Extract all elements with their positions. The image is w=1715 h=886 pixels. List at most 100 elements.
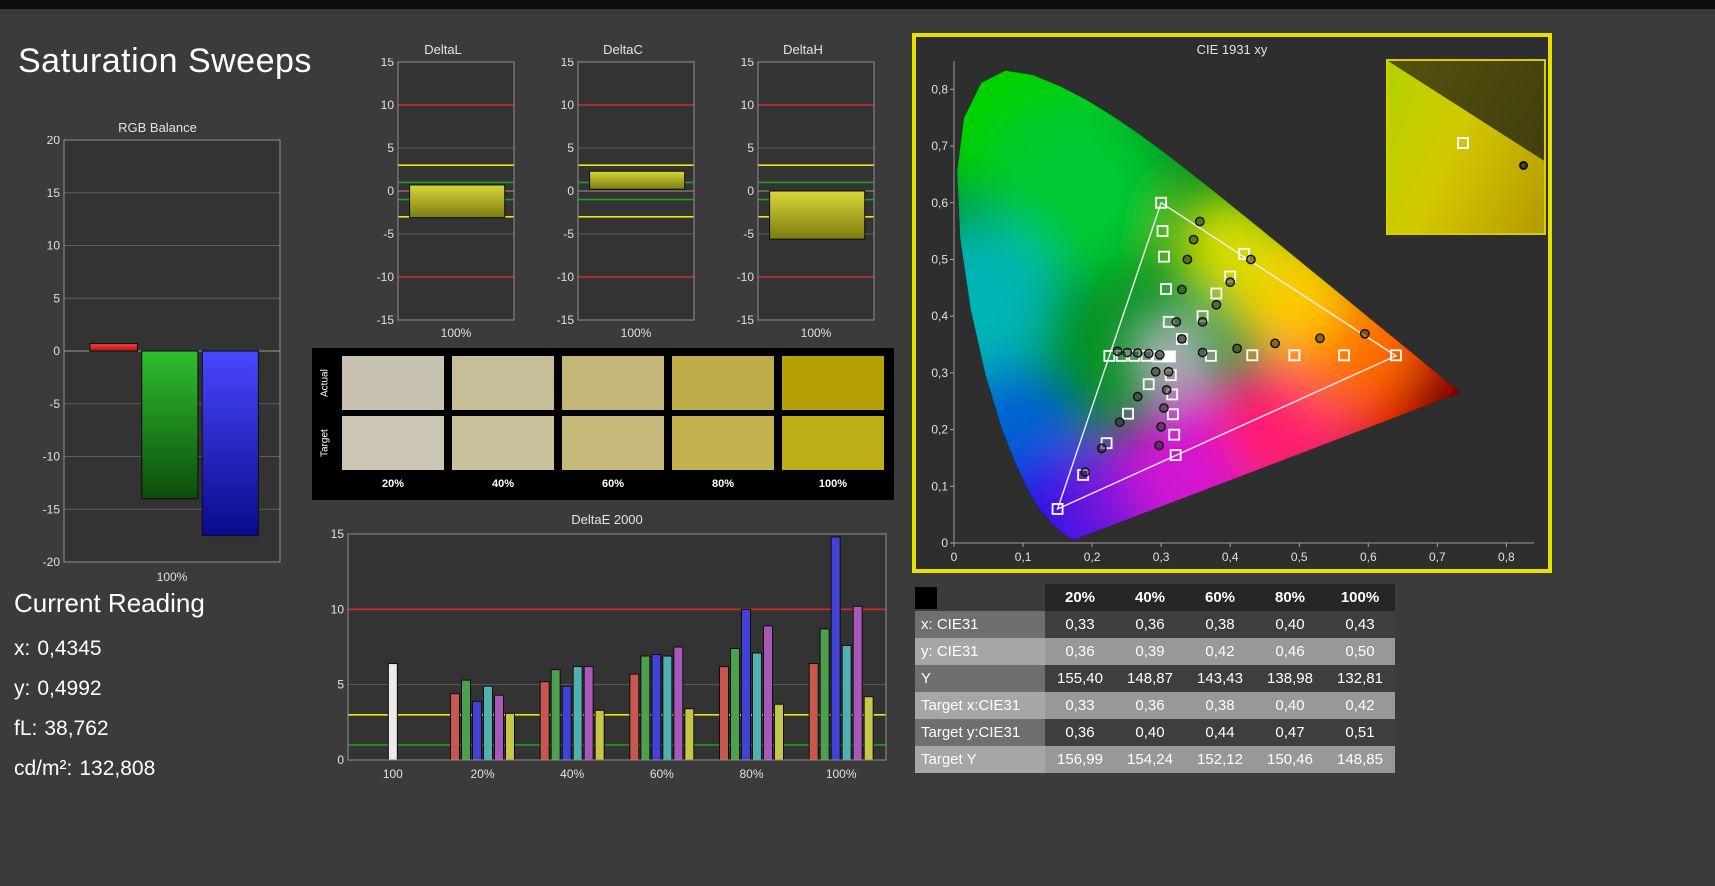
reading-fl: fL: 38,762 [14,717,205,741]
measurement-marker-blue [1096,443,1107,454]
delta-l-chart-title: DeltaL [424,42,462,57]
x-axis-label: 100% [801,326,832,340]
x-tick-label: 100% [826,767,857,781]
swatch-column-label-3: 80% [711,478,735,490]
y-tick-label: -10 [737,270,755,284]
delta-e-chart-panel[interactable]: DeltaE 2000 15 10 5 0 100 20% 40% 60% 80% 100% [318,512,896,786]
cyan-deltae-bar [841,644,852,761]
plot-background [348,534,886,760]
y-tick-label: 5 [567,141,574,155]
table-cell: 0,43 [1325,611,1395,638]
window-top-edge [0,0,1715,9]
red-deltae-bar [450,693,460,761]
x-tick-label: 40% [560,767,584,781]
table-column-header-0: 20% [1045,584,1115,611]
table-cell: 0,36 [1045,719,1115,746]
measurement-marker-red [1232,343,1242,354]
y-tick-label: 0,1 [931,479,948,493]
delta-e-chart-title: DeltaE 2000 [571,512,643,527]
delta-l-chart-panel[interactable]: DeltaL 15 10 5 0 -5 -10 -15 100% [368,42,518,346]
measurement-marker-yellow [1211,299,1222,310]
swatch-actual-2 [562,356,664,410]
y-tick-label: 5 [53,291,60,305]
table-cell: 0,42 [1185,638,1255,665]
x-tick-label: 0,4 [1222,550,1239,564]
swatch-target-3 [672,416,774,470]
table-row-label: y: CIE31 [915,638,1045,665]
x-tick-label: 0,1 [1015,550,1032,564]
y-tick-label: 0 [337,753,344,767]
reading-cdm2-label: cd/m²: [14,757,73,780]
rgb-balance-chart-canvas: 20 15 10 5 0 -5 -10 -15 -20 100% [43,133,281,584]
blue-deltae-bar [651,654,662,761]
green-bar [141,350,199,500]
table-row-label: Target Y [915,746,1045,773]
swatch-spacer [316,476,334,494]
swatch-actual-3 [672,356,774,410]
measurement-table: 20% 40% 60% 80% 100% x: CIE31 0,33 0,36 0,38 0,40… [915,584,1395,773]
y-tick-label: 0,6 [931,196,948,210]
red-deltae-bar [629,673,640,761]
y-tick-label: -15 [557,313,575,327]
table-cell: 0,33 [1045,692,1115,719]
table-column-header-4: 100% [1325,584,1395,611]
white-deltae-bar [387,663,398,761]
y-tick-label: -15 [43,502,61,516]
table-cell: 138,98 [1255,665,1325,692]
delta-c-chart-panel[interactable]: DeltaC 15 10 5 0 -5 -10 -15 100% [548,42,698,346]
magenta-deltae-bar [583,666,594,761]
table-cell: 0,50 [1325,638,1395,665]
y-tick-label: 0,8 [931,82,948,96]
x-tick-label: 0,7 [1429,550,1446,564]
table-cell: 0,42 [1325,692,1395,719]
y-tick-label: 10 [741,98,755,112]
yellow-deltae-bar [863,696,874,761]
red-deltae-bar [539,681,550,761]
magenta-deltae-bar [494,694,504,761]
blue-deltae-bar [472,700,482,761]
table-cell: 0,40 [1255,611,1325,638]
table-corner [915,584,1045,611]
table-cell: 156,99 [1045,746,1115,773]
swatch-column-label-0: 20% [381,478,405,490]
y-tick-label: -5 [563,227,574,241]
y-tick-label: 5 [747,141,754,155]
table-cell: 0,38 [1185,611,1255,638]
table-cell: 155,40 [1045,665,1115,692]
delta-bar [409,184,506,219]
green-deltae-bar [640,655,651,761]
x-axis-label: 100% [441,326,472,340]
measurement-marker-magenta [1163,366,1174,377]
delta-h-chart-panel[interactable]: DeltaH 15 10 5 0 -5 -10 -15 100% [728,42,878,346]
table-corner-box [915,586,937,609]
table-cell: 0,33 [1045,611,1115,638]
swatch-actual-4 [782,356,884,410]
x-tick-label: 0,3 [1153,550,1170,564]
table-cell: 143,43 [1185,665,1255,692]
x-tick-label: 20% [470,767,494,781]
table-cell: 154,24 [1115,746,1185,773]
delta-c-chart-canvas: 15 10 5 0 -5 -10 -15 100% [557,55,695,340]
swatch-target-0 [342,416,444,470]
cie-chart-panel[interactable]: CIE 1931 xy 0 0,1 0,2 0,3 0,4 0,5 0,6 0,7 0,8 0 0,… [912,33,1552,573]
green-deltae-bar [730,648,740,761]
table-row-label: Target x:CIE31 [915,692,1045,719]
green-deltae-bar [819,628,830,761]
green-deltae-bar [461,679,471,761]
table-column-header-2: 60% [1185,584,1255,611]
measurement-marker-magenta [1156,421,1167,432]
swatch-column-label-2: 60% [601,478,625,490]
measurement-marker-magenta [1161,384,1172,395]
cyan-deltae-bar [662,655,673,761]
delta-bar [769,190,866,240]
blue-deltae-bar [830,536,841,761]
table-cell: 0,36 [1045,638,1115,665]
reading-fl-value: 38,762 [44,717,109,740]
rgb-balance-chart-panel[interactable]: RGB Balance 20 15 10 5 0 -5 -10 -15 -20 100% [30,120,285,592]
swatch-comparison-panel[interactable]: Actual Target 20% 40% 60% 80% 100% [312,348,894,500]
y-tick-label: -5 [743,227,754,241]
rgb-balance-chart-title: RGB Balance [118,120,197,135]
y-tick-label: -5 [49,397,60,411]
reading-x: x: 0,4345 [14,637,205,661]
y-tick-label: 10 [381,98,395,112]
